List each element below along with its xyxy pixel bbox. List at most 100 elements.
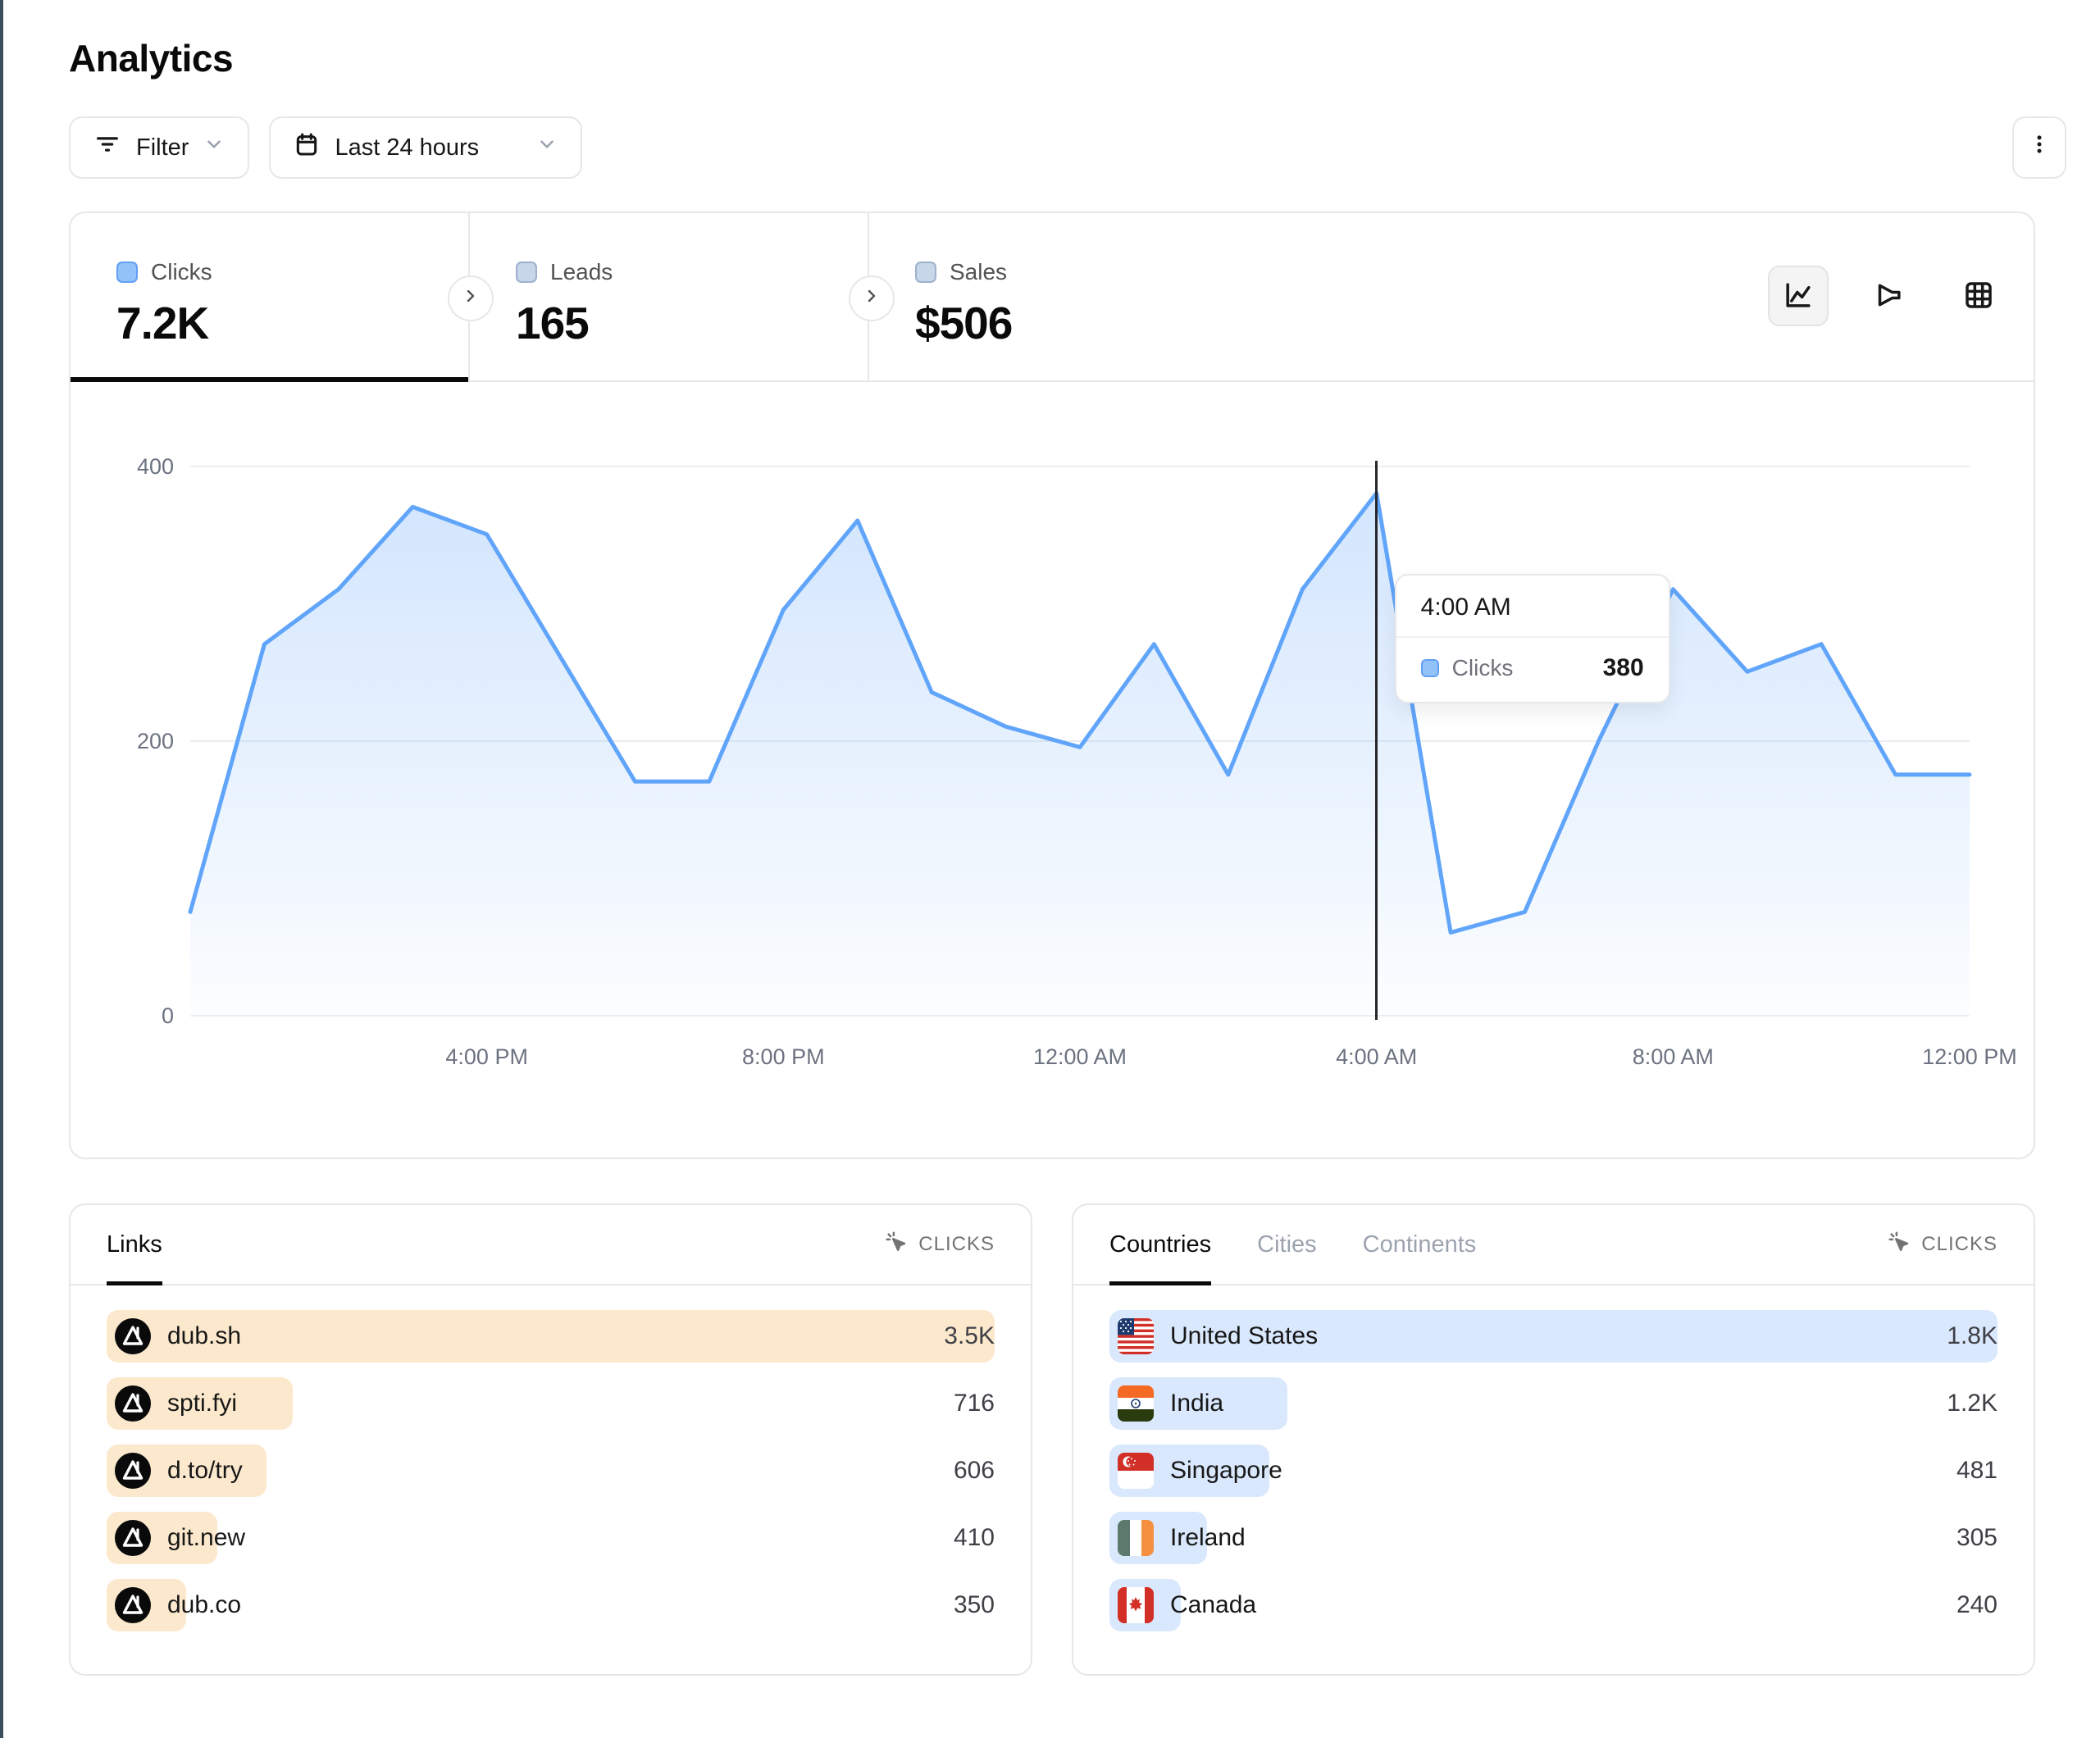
list-item-label: d.to/try (167, 1445, 243, 1497)
y-axis-tick: 200 (84, 729, 174, 754)
list-item[interactable]: dub.co 350 (107, 1579, 995, 1631)
list-item[interactable]: Singapore 481 (1109, 1445, 1998, 1497)
x-axis-line (190, 1015, 1970, 1017)
chart-tooltip: 4:00 AM Clicks 380 (1395, 574, 1670, 703)
list-item[interactable]: git.new 410 (107, 1512, 995, 1564)
panel-tab-links[interactable]: Links (107, 1205, 162, 1284)
filter-icon (93, 130, 121, 165)
leads-legend-chip (516, 262, 537, 283)
chevron-down-icon (536, 134, 558, 162)
line-chart-view-button[interactable] (1768, 266, 1829, 326)
metric-selector[interactable]: CLICKS (1887, 1230, 1998, 1260)
countries-panel: Countries Cities Continents CLICKS United … (1072, 1203, 2035, 1676)
list-item[interactable]: spti.fyi 716 (107, 1377, 995, 1430)
list-item[interactable]: Ireland 305 (1109, 1512, 1998, 1564)
more-options-button[interactable] (2012, 116, 2066, 179)
list-item-label: dub.sh (167, 1310, 241, 1363)
breakdown-panels: Links CLICKS dub.sh 3.5K spti.fyi 716 (69, 1203, 2066, 1676)
date-range-button[interactable]: Last 24 hours (269, 116, 582, 179)
flag-sg-icon (1118, 1453, 1154, 1489)
x-axis-tick: 4:00 PM (445, 1044, 528, 1070)
next-metric-button[interactable] (849, 275, 895, 321)
funnel-icon (1871, 278, 1906, 315)
list-item-value: 350 (954, 1579, 995, 1631)
funnel-view-button[interactable] (1858, 266, 1919, 326)
panel-tab-countries[interactable]: Countries (1109, 1205, 1211, 1284)
filter-label: Filter (136, 134, 189, 162)
table-grid-icon (1961, 278, 1996, 315)
line-chart-icon (1781, 278, 1815, 315)
leads-value: 165 (516, 297, 868, 349)
list-item-label: git.new (167, 1512, 245, 1564)
list-item-value: 716 (954, 1377, 995, 1430)
links-panel-tabs: Links (107, 1205, 162, 1284)
metric-label: CLICKS (1921, 1233, 1998, 1256)
page-title: Analytics (69, 36, 2066, 80)
panel-tab-continents[interactable]: Continents (1363, 1205, 1477, 1284)
list-item[interactable]: dub.sh 3.5K (107, 1310, 995, 1363)
list-item-label: Ireland (1170, 1512, 1246, 1564)
list-item-label: Canada (1170, 1579, 1256, 1631)
tooltip-series-label: Clicks (1452, 655, 1514, 681)
list-item-value: 305 (1957, 1512, 1998, 1564)
x-axis-labels: 4:00 PM 8:00 PM 12:00 AM 4:00 AM 8:00 AM… (190, 1044, 1970, 1077)
countries-list: United States 1.8K India 1.2K Singapore … (1073, 1285, 2034, 1656)
list-item-value: 1.8K (1947, 1310, 1998, 1363)
chart-cursor-line (1375, 461, 1378, 1020)
area-chart-svg (190, 466, 1970, 1015)
list-item-label: India (1170, 1377, 1223, 1430)
list-item-value: 410 (954, 1512, 995, 1564)
list-item-label: spti.fyi (167, 1377, 237, 1430)
filter-button[interactable]: Filter (69, 116, 249, 179)
flag-ca-icon (1118, 1587, 1154, 1623)
dub-logo-icon (115, 1520, 151, 1556)
panel-tab-cities[interactable]: Cities (1257, 1205, 1317, 1284)
next-metric-button[interactable] (448, 275, 494, 321)
list-item-value: 606 (954, 1445, 995, 1497)
dub-logo-icon (115, 1385, 151, 1422)
list-item-value: 481 (1957, 1445, 1998, 1497)
list-item[interactable]: India 1.2K (1109, 1377, 1998, 1430)
metric-tabs: Clicks 7.2K Leads 165 Sales $506 (71, 213, 2034, 382)
clicks-legend-chip (1421, 659, 1439, 677)
tab-leads[interactable]: Leads 165 (470, 213, 869, 380)
table-view-button[interactable] (1948, 266, 2009, 326)
x-axis-tick: 12:00 AM (1033, 1044, 1127, 1070)
tab-clicks[interactable]: Clicks 7.2K (71, 213, 470, 380)
flag-ie-icon (1118, 1520, 1154, 1556)
clicks-time-series-chart[interactable]: 4:00 AM Clicks 380 4:00 PM 8:00 PM 12:00… (190, 466, 1970, 1015)
list-item-label: dub.co (167, 1579, 241, 1631)
links-panel: Links CLICKS dub.sh 3.5K spti.fyi 716 (69, 1203, 1032, 1676)
chevron-right-icon (461, 285, 481, 312)
cursor-click-icon (1887, 1230, 1911, 1260)
metric-selector[interactable]: CLICKS (884, 1230, 995, 1260)
links-list: dub.sh 3.5K spti.fyi 716 d.to/try 606 gi… (71, 1285, 1031, 1656)
x-axis-tick: 4:00 AM (1336, 1044, 1417, 1070)
chart-view-toggle (1768, 266, 2009, 326)
metric-label: CLICKS (918, 1233, 995, 1256)
clicks-legend-chip (116, 262, 138, 283)
list-item[interactable]: Canada 240 (1109, 1579, 1998, 1631)
flag-us-icon (1118, 1318, 1154, 1354)
chart-area: 400 200 0 (71, 382, 2034, 1158)
list-item[interactable]: United States 1.8K (1109, 1310, 1998, 1363)
y-axis-tick: 0 (84, 1003, 174, 1029)
x-axis-tick: 12:00 PM (1922, 1044, 2017, 1070)
toolbar: Filter Last 24 hours (69, 116, 2066, 179)
flag-in-icon (1118, 1385, 1154, 1422)
list-item-value: 3.5K (944, 1310, 995, 1363)
calendar-icon (294, 131, 320, 164)
sales-tab-label: Sales (950, 259, 1007, 285)
leads-tab-label: Leads (550, 259, 613, 285)
analytics-card: Clicks 7.2K Leads 165 Sales $506 (69, 212, 2035, 1159)
list-item-value: 240 (1957, 1579, 1998, 1631)
cursor-click-icon (884, 1230, 909, 1260)
clicks-value: 7.2K (116, 297, 468, 349)
y-axis-tick: 400 (84, 454, 174, 480)
date-range-label: Last 24 hours (335, 134, 479, 162)
x-axis-tick: 8:00 PM (742, 1044, 825, 1070)
sales-legend-chip (915, 262, 936, 283)
dub-logo-icon (115, 1587, 151, 1623)
list-item[interactable]: d.to/try 606 (107, 1445, 995, 1497)
list-item-label: United States (1170, 1310, 1318, 1363)
